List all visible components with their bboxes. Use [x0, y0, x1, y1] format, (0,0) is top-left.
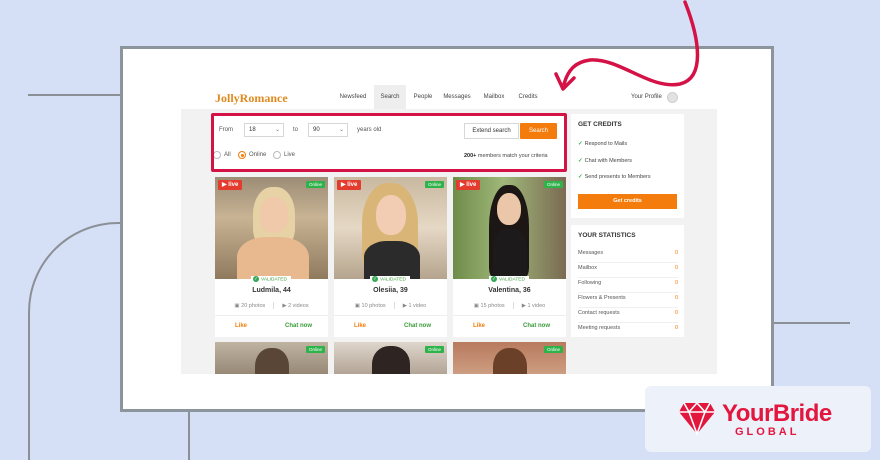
yourbride-brand: YourBride GLOBAL [645, 386, 871, 452]
brand-name: YourBride [722, 400, 832, 427]
brand-subtitle: GLOBAL [735, 426, 800, 438]
diamond-icon [679, 401, 715, 435]
